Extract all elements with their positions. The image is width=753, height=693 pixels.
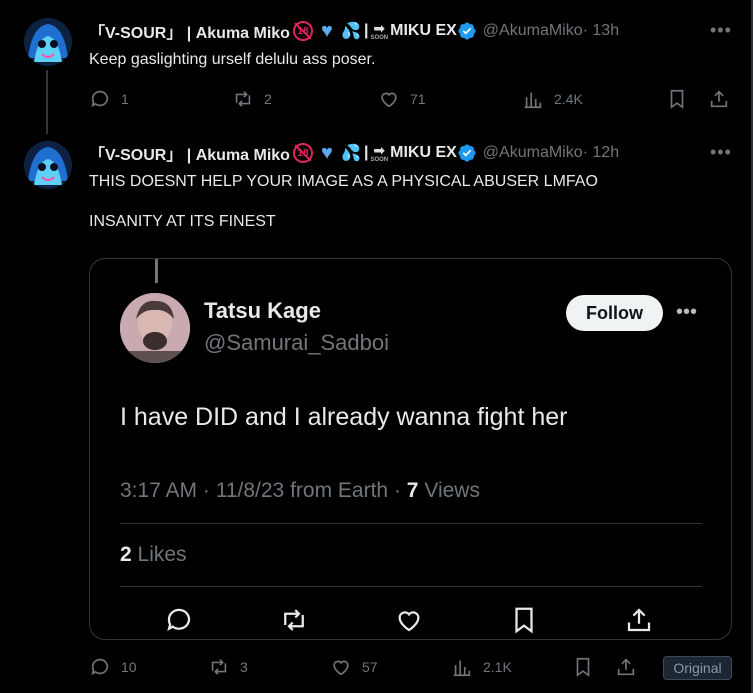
more-icon[interactable]: •••: [710, 142, 732, 163]
share-button[interactable]: [615, 656, 637, 678]
quoted-user-handle[interactable]: @Samurai_Sadboi: [204, 330, 389, 356]
repost-icon: [284, 609, 304, 631]
user-handle[interactable]: @AkumaMiko: [483, 22, 583, 40]
user-handle[interactable]: @AkumaMiko: [483, 144, 583, 162]
reply-icon: [91, 658, 109, 676]
quoted-likes-count: 2: [120, 543, 132, 566]
sweat-drops-icon: 💦: [341, 145, 361, 162]
timeline: 「V-SOUR」 | Akuma Miko 18 ♥ 💦 | ➡ SOON MIK…: [0, 0, 753, 693]
soon-arrow-icon: ➡ SOON: [370, 142, 389, 163]
quoted-reply-button[interactable]: [164, 605, 194, 639]
like-count: 71: [410, 91, 426, 107]
reply-button[interactable]: 1: [89, 88, 129, 110]
repost-icon: [211, 659, 227, 675]
repost-button[interactable]: 2: [232, 88, 272, 110]
quoted-display-name[interactable]: Tatsu Kage: [204, 298, 321, 324]
like-button[interactable]: 57: [330, 656, 378, 678]
like-icon: [398, 611, 420, 632]
verified-icon[interactable]: [457, 143, 477, 163]
display-name[interactable]: 「V-SOUR」 | Akuma Miko 18 ♥ 💦 | ➡ SOON MIK…: [89, 141, 457, 165]
share-button[interactable]: [708, 88, 730, 110]
repost-button[interactable]: 3: [208, 656, 248, 678]
thread-connector: [155, 259, 158, 283]
views-count: 2.4K: [554, 91, 583, 107]
thread-connector: [46, 70, 48, 134]
tweet-text: Keep gaslighting urself delulu ass poser…: [89, 51, 376, 68]
divider: [120, 586, 702, 587]
display-name-suffix: MIKU EX: [390, 22, 457, 39]
repost-icon: [235, 91, 251, 107]
share-icon: [710, 90, 728, 108]
more-icon[interactable]: •••: [710, 20, 732, 41]
like-icon: [333, 660, 349, 676]
quoted-share-button[interactable]: [624, 605, 654, 639]
separator: |: [363, 22, 369, 39]
divider: [120, 523, 702, 524]
display-name-text: 「V-SOUR」 | Akuma Miko: [89, 147, 290, 164]
reply-count: 10: [121, 659, 137, 675]
quoted-tweet-meta: 3:17 AM · 11/8/23 from Earth · 7 Views: [120, 479, 480, 503]
display-name-text: 「V-SOUR」 | Akuma Miko: [89, 25, 290, 42]
sweat-drops-icon: 💦: [341, 23, 361, 40]
display-name-suffix: MIKU EX: [390, 144, 457, 161]
tweet-actions: 1 2 71 2.4K: [89, 88, 731, 112]
avatar[interactable]: [24, 18, 72, 66]
quoted-tweet-text: I have DID and I already wanna fight her: [120, 403, 568, 431]
avatar[interactable]: [24, 141, 72, 189]
soon-arrow-icon: ➡ SOON: [370, 20, 389, 41]
reply-button[interactable]: 10: [89, 656, 137, 678]
reply-icon: [91, 90, 109, 108]
bookmark-icon: [515, 607, 533, 634]
views-button[interactable]: 2.1K: [451, 656, 512, 678]
quoted-tweet-card[interactable]: Tatsu Kage @Samurai_Sadboi Follow ••• I …: [89, 258, 732, 640]
follow-button[interactable]: Follow: [566, 295, 663, 331]
views-count: 2.1K: [483, 659, 512, 675]
avatar[interactable]: [120, 293, 190, 363]
quoted-like-button[interactable]: [394, 605, 424, 639]
reply-count: 1: [121, 91, 129, 107]
tweet-header: 「V-SOUR」 | Akuma Miko 18 ♥ 💦 | ➡ SOON MIK…: [89, 19, 619, 43]
original-badge[interactable]: Original: [663, 656, 732, 680]
quoted-time[interactable]: 3:17 AM: [120, 479, 197, 502]
no-under-18-icon: 18: [292, 20, 314, 42]
tweet-text: THIS DOESNT HELP YOUR IMAGE AS A PHYSICA…: [89, 173, 598, 230]
bookmark-icon: [670, 89, 684, 109]
blue-heart-icon: ♥: [321, 141, 333, 164]
like-count: 57: [362, 659, 378, 675]
tweet-header: 「V-SOUR」 | Akuma Miko 18 ♥ 💦 | ➡ SOON MIK…: [89, 141, 619, 165]
quoted-views-label: Views: [424, 479, 480, 502]
bookmark-button[interactable]: [666, 88, 688, 110]
share-icon: [617, 658, 635, 676]
bookmark-button[interactable]: [572, 656, 594, 678]
more-icon[interactable]: •••: [676, 301, 697, 324]
quoted-views-count: 7: [406, 479, 419, 502]
repost-count: 3: [240, 659, 248, 675]
dot-separator: ·: [393, 479, 407, 502]
reply-icon: [167, 608, 191, 632]
timestamp[interactable]: · 13h: [583, 22, 619, 40]
tweet-actions: 10 3 57 2.1K: [89, 656, 731, 680]
verified-icon[interactable]: [457, 21, 477, 41]
repost-count: 2: [264, 91, 272, 107]
bookmark-icon: [576, 657, 590, 677]
dot-separator: ·: [202, 479, 216, 502]
like-icon: [381, 92, 397, 108]
views-icon: [453, 660, 471, 677]
like-button[interactable]: 71: [378, 88, 426, 110]
views-icon: [524, 92, 542, 109]
quoted-likes-label: Likes: [137, 543, 187, 566]
no-under-18-icon: 18: [292, 142, 314, 164]
display-name[interactable]: 「V-SOUR」 | Akuma Miko 18 ♥ 💦 | ➡ SOON MIK…: [89, 19, 457, 43]
timestamp[interactable]: · 12h: [583, 144, 619, 162]
blue-heart-icon: ♥: [321, 19, 333, 42]
views-button[interactable]: 2.4K: [522, 88, 583, 110]
separator: |: [363, 144, 369, 161]
quoted-date[interactable]: 11/8/23 from Earth: [216, 479, 388, 502]
quoted-likes[interactable]: 2 Likes: [120, 543, 187, 567]
quoted-repost-button[interactable]: [279, 605, 309, 639]
share-icon: [627, 608, 651, 632]
quoted-bookmark-button[interactable]: [509, 605, 539, 639]
